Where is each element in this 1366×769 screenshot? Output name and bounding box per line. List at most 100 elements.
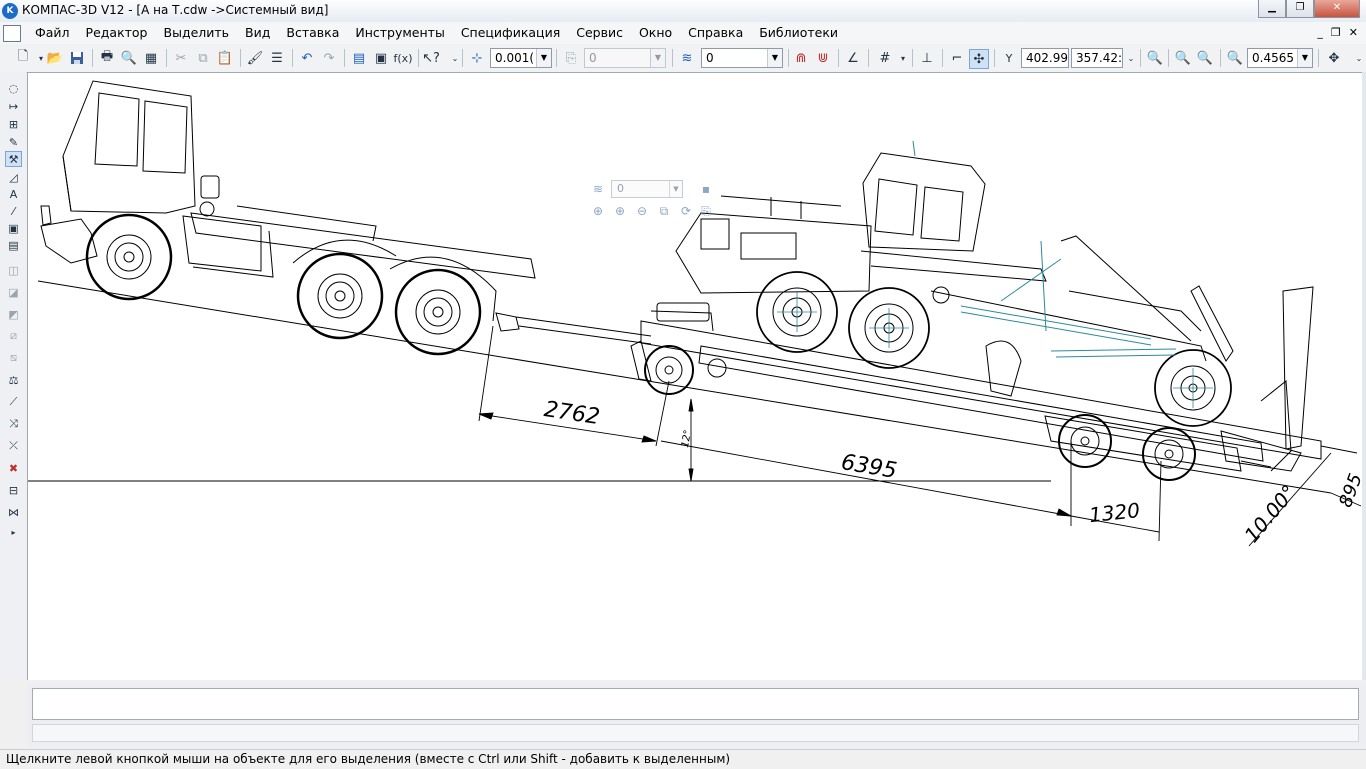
tool-1-icon[interactable]: ◫ — [5, 262, 22, 278]
dimension-10deg[interactable]: 10.00° — [1239, 480, 1301, 547]
zoom-scale-icon[interactable]: 🔍 — [1226, 49, 1244, 67]
properties-icon[interactable]: ☰ — [268, 49, 286, 67]
zoom-in-icon[interactable]: 🔍 — [1174, 49, 1192, 67]
tool-6-icon[interactable]: ⚖ — [5, 372, 22, 388]
menu-service[interactable]: Сервис — [568, 25, 631, 40]
new-document-icon[interactable]: 🗋 — [14, 49, 32, 67]
tool-12-icon[interactable]: ⋈ — [5, 504, 22, 520]
doc-restore-button[interactable]: ❐ — [1331, 26, 1341, 39]
measure-icon[interactable]: ◿ — [5, 169, 22, 185]
menu-tools[interactable]: Инструменты — [347, 25, 452, 40]
angle-step-field[interactable]: 0 ▼ — [584, 48, 666, 68]
menu-insert[interactable]: Вставка — [278, 25, 347, 40]
dimensions-icon[interactable]: ↦ — [5, 98, 22, 114]
menu-window[interactable]: Окно — [631, 25, 680, 40]
cut-icon[interactable]: ✂ — [172, 49, 190, 67]
menu-specification[interactable]: Спецификация — [453, 25, 568, 40]
coord-x-field[interactable]: 402.99: — [1021, 48, 1069, 68]
drawing-canvas[interactable]: 2762 6395 1320 10.00° 895 12° ≋ 0 ▼ ▪ ⊕ … — [27, 72, 1362, 680]
preview-icon[interactable]: ▦ — [142, 49, 160, 67]
print-icon[interactable]: 🖶 — [98, 49, 116, 67]
parametrize-icon[interactable]: ✣ — [969, 49, 989, 69]
toolbar-overflow-icon-2[interactable]: ⌄ — [1122, 49, 1140, 67]
tool-4-icon[interactable]: ⧄ — [5, 328, 22, 344]
snap-global-icon[interactable]: ⋓ — [814, 49, 832, 67]
coord-y-field[interactable]: 357.42: — [1071, 48, 1123, 68]
close-button[interactable]: ✕ — [1314, 0, 1360, 18]
refresh-icon[interactable]: ⟳ — [677, 202, 695, 220]
tool-2-icon[interactable]: ◪ — [5, 284, 22, 300]
designations-icon[interactable]: ⊞ — [5, 116, 22, 132]
tool-8-icon[interactable]: ⤨ — [5, 416, 22, 432]
grid-icon[interactable]: # — [876, 49, 894, 67]
print-preview-icon[interactable]: 🔍 — [120, 49, 138, 67]
zoom-out-icon[interactable]: 🔍 — [1196, 49, 1214, 67]
open-folder-icon[interactable]: 📂 — [46, 49, 64, 67]
chevron-down-icon[interactable]: ▼ — [536, 49, 551, 67]
chevron-down-icon[interactable]: ▼ — [1297, 49, 1312, 67]
editing-icon[interactable]: ✎ — [5, 134, 22, 150]
doc-minimize-button[interactable]: _ — [1317, 26, 1323, 39]
variables-icon[interactable]: f(x) — [394, 49, 413, 67]
minimize-button[interactable]: ▁ — [1258, 0, 1286, 18]
toolbar-overflow-icon-3[interactable]: ⌄ — [1350, 49, 1366, 67]
dimension-12deg[interactable]: 12° — [680, 429, 694, 448]
step-cursor-icon[interactable]: ⊹ — [468, 49, 486, 67]
dimension-1320[interactable]: 1320 — [1088, 498, 1141, 527]
pan-icon[interactable]: ✥ — [1325, 49, 1343, 67]
tool-5-icon[interactable]: ⧅ — [5, 350, 22, 366]
delete-constraint-icon[interactable]: ✖ — [5, 460, 22, 476]
menu-select[interactable]: Выделить — [156, 25, 238, 40]
dimension-6395[interactable]: 6395 — [839, 450, 898, 484]
restore-button[interactable]: ❐ — [1286, 0, 1314, 18]
selection-icon[interactable]: A — [5, 186, 22, 202]
local-cs-icon[interactable]: ⊥ — [918, 49, 936, 67]
grid-dropdown-icon[interactable]: ▾ — [894, 49, 912, 67]
tool-11-icon[interactable]: ⊟ — [5, 482, 22, 498]
help-pointer-icon[interactable]: ↖? — [422, 49, 440, 67]
zoom-out-icon[interactable]: ⊖ — [633, 202, 651, 220]
view-properties-icon[interactable]: ▪ — [697, 180, 715, 198]
redo-icon[interactable]: ↷ — [320, 49, 338, 67]
document-icon[interactable] — [3, 25, 21, 42]
zoom-in-icon[interactable]: ⊕ — [611, 202, 629, 220]
doc-close-button[interactable]: ✕ — [1349, 26, 1358, 39]
chevron-down-icon[interactable]: ▼ — [650, 49, 665, 67]
properties-area[interactable] — [32, 688, 1359, 720]
floating-layer-field[interactable]: 0 ▼ — [611, 180, 683, 198]
ortho-icon[interactable]: ⌐ — [948, 49, 966, 67]
parametrization-icon[interactable]: ⚒ — [5, 151, 22, 167]
tool-3-icon[interactable]: ◩ — [5, 306, 22, 322]
paste-icon[interactable]: 📋 — [216, 49, 234, 67]
library-manager-icon[interactable]: ▣ — [372, 49, 390, 67]
tool-7-icon[interactable]: ⟋ — [5, 394, 22, 410]
local-snap-icon[interactable]: ∠ — [844, 49, 862, 67]
zoom-window-icon[interactable]: 🔍 — [1146, 49, 1164, 67]
undo-icon[interactable]: ↶ — [298, 49, 316, 67]
chevron-down-icon[interactable]: ▼ — [767, 49, 782, 67]
layers-icon[interactable]: ≋ — [678, 49, 696, 67]
cursor-step-field[interactable]: 0.001( ▼ — [490, 48, 552, 68]
save-icon[interactable] — [68, 49, 86, 67]
kompas-app-icon[interactable]: K — [2, 3, 18, 19]
expand-toolbar-icon[interactable]: ▸ — [5, 524, 22, 540]
show-all-icon[interactable]: ⧉ — [655, 202, 673, 220]
tool-9-icon[interactable]: ⤫ — [5, 438, 22, 454]
view-settings-icon[interactable]: ⎘ — [697, 202, 715, 220]
menu-view[interactable]: Вид — [237, 25, 278, 40]
geometry-icon[interactable]: ◌ — [5, 80, 22, 96]
format-brush-icon[interactable]: 🖌 — [246, 49, 264, 67]
vertical-scrollbar[interactable] — [1362, 72, 1366, 680]
current-layer-field[interactable]: 0 ▼ — [701, 48, 783, 68]
copy-icon[interactable]: ⧉ — [194, 49, 212, 67]
snap-magnet-icon[interactable]: ⋒ — [792, 49, 810, 67]
zoom-window-icon[interactable]: ⊕ — [589, 202, 607, 220]
associative-views-icon[interactable]: ⁄ — [5, 203, 22, 219]
zoom-scale-field[interactable]: 0.4565 ▼ — [1247, 48, 1313, 68]
menu-libraries[interactable]: Библиотеки — [751, 25, 846, 40]
menu-help[interactable]: Справка — [680, 25, 751, 40]
spec-icon[interactable]: ▣ — [5, 220, 22, 236]
menu-editor[interactable]: Редактор — [78, 25, 156, 40]
manager-icon[interactable]: ▤ — [350, 49, 368, 67]
layers-icon[interactable]: ≋ — [589, 180, 607, 198]
